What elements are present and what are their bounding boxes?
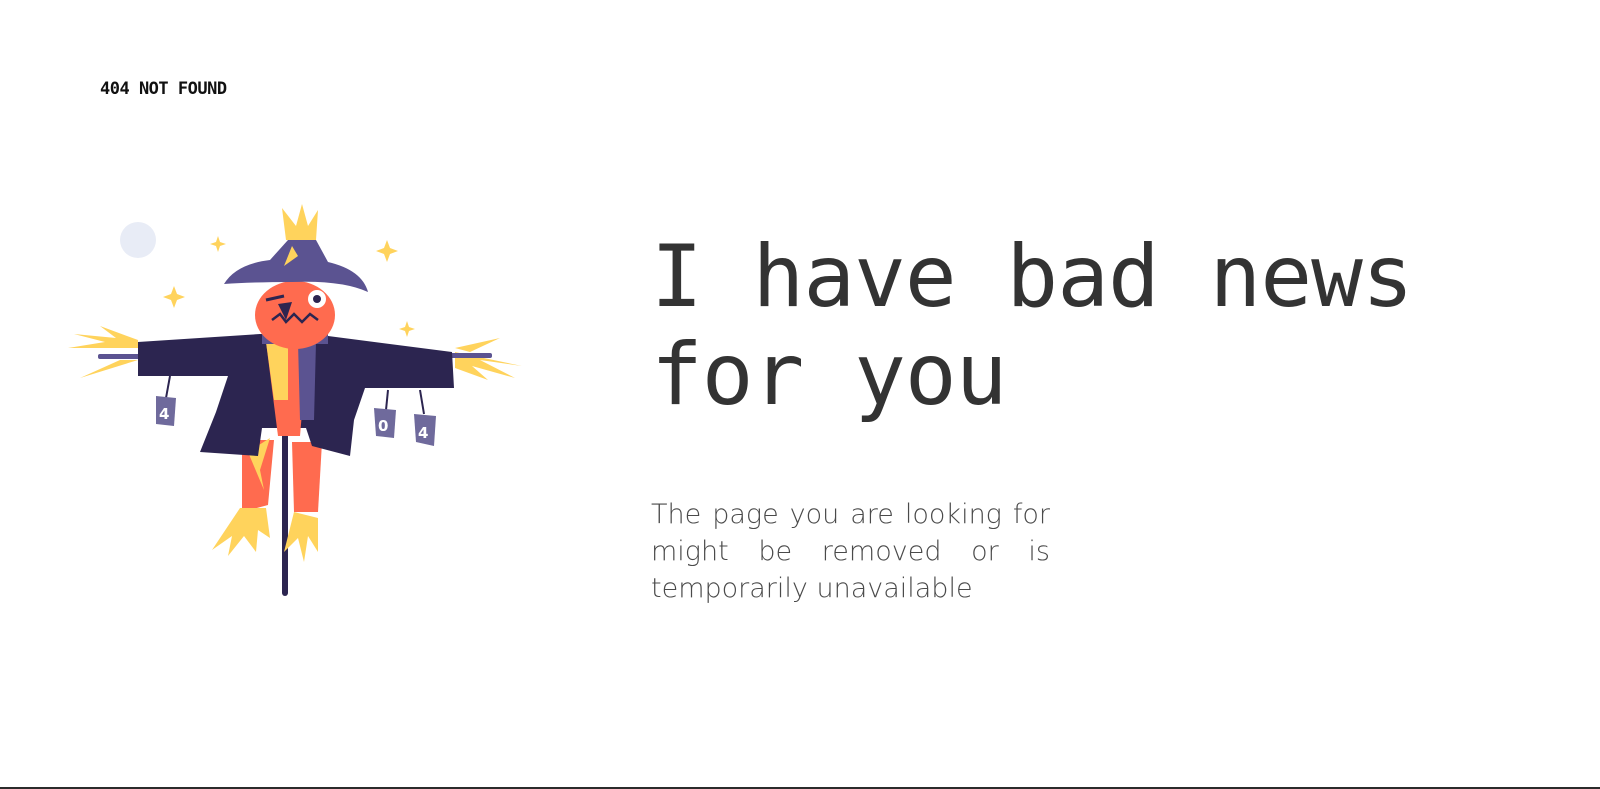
can-label: 4 bbox=[418, 424, 428, 442]
brand-label[interactable]: 404 NOT FOUND bbox=[100, 79, 227, 99]
coat bbox=[138, 334, 454, 456]
hat bbox=[224, 204, 368, 292]
page-title: I have bad news for you bbox=[651, 227, 1414, 425]
scarecrow-head bbox=[255, 281, 335, 349]
moon-decoration bbox=[120, 222, 156, 258]
legs bbox=[212, 438, 322, 562]
pole bbox=[282, 428, 288, 596]
error-message: The page you are looking for might be re… bbox=[651, 499, 1050, 604]
scarecrow-illustration: 4 0 4 bbox=[68, 204, 522, 596]
can-label: 0 bbox=[378, 417, 388, 435]
can-label: 4 bbox=[159, 405, 169, 423]
